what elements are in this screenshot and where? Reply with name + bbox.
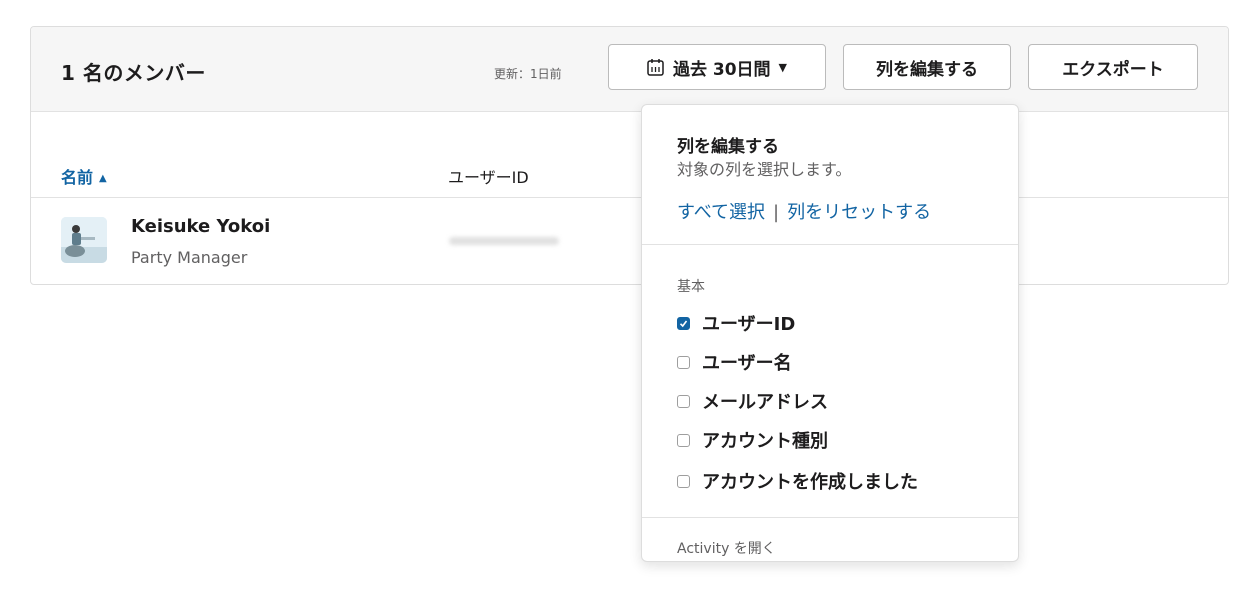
checkbox-empty-icon[interactable] bbox=[677, 355, 690, 369]
row-divider bbox=[31, 197, 1228, 198]
option-label: ユーザーID bbox=[702, 314, 796, 335]
caret-down-icon: ▼ bbox=[778, 60, 788, 74]
option-account-created[interactable]: アカウントを作成しました bbox=[677, 469, 918, 493]
menu-divider bbox=[642, 244, 1018, 245]
checkbox-empty-icon[interactable] bbox=[677, 394, 690, 408]
column-header-name[interactable]: 名前 ▲ bbox=[61, 164, 107, 188]
option-email[interactable]: メールアドレス bbox=[677, 389, 828, 413]
sort-ascending-icon: ▲ bbox=[99, 173, 107, 184]
option-label: アカウント種別 bbox=[702, 431, 828, 452]
edit-columns-menu: 列を編集する 対象の列を選択します。 すべて選択 | 列をリセットする 基本 ユーザ… bbox=[641, 104, 1019, 562]
updated-label: 更新：1日前 bbox=[494, 67, 562, 81]
option-username[interactable]: ユーザー名 bbox=[677, 350, 792, 374]
date-range-label: 過去 30日間 bbox=[672, 59, 771, 80]
option-label: メールアドレス bbox=[702, 392, 828, 413]
column-header-user-id[interactable]: ユーザーID bbox=[448, 164, 529, 188]
checkbox-empty-icon[interactable] bbox=[677, 433, 690, 447]
option-label: ユーザー名 bbox=[702, 353, 792, 374]
panel-header: 1 名のメンバー 更新：1日前 過去 30日間 ▼ 列を編集する エクスポート bbox=[31, 27, 1228, 112]
menu-title: 列を編集する bbox=[677, 137, 779, 157]
member-role: Party Manager bbox=[131, 248, 248, 267]
member-count-title: 1 名のメンバー bbox=[61, 61, 206, 85]
link-separator: | bbox=[773, 202, 780, 223]
user-id-redacted bbox=[449, 237, 559, 245]
option-label: アカウントを作成しました bbox=[702, 472, 918, 493]
member-name[interactable]: Keisuke Yokoi bbox=[131, 216, 270, 237]
date-range-button[interactable]: 過去 30日間 ▼ bbox=[608, 44, 826, 90]
option-user-id[interactable]: ユーザーID bbox=[677, 311, 795, 335]
option-account-type[interactable]: アカウント種別 bbox=[677, 428, 828, 452]
checkbox-empty-icon[interactable] bbox=[677, 474, 690, 488]
column-header-name-label: 名前 bbox=[61, 168, 94, 187]
menu-divider bbox=[642, 517, 1018, 518]
menu-subtitle: 対象の列を選択します。 bbox=[677, 160, 852, 179]
reset-columns-link[interactable]: 列をリセットする bbox=[787, 202, 931, 223]
export-button[interactable]: エクスポート bbox=[1028, 44, 1198, 90]
calendar-icon bbox=[647, 59, 664, 76]
avatar[interactable] bbox=[61, 217, 107, 263]
edit-columns-button[interactable]: 列を編集する bbox=[843, 44, 1011, 90]
avatar-image bbox=[61, 217, 107, 263]
menu-links: すべて選択 | 列をリセットする bbox=[677, 198, 931, 224]
members-panel: 1 名のメンバー 更新：1日前 過去 30日間 ▼ 列を編集する エクスポート … bbox=[30, 26, 1229, 285]
checkbox-checked-icon[interactable] bbox=[677, 316, 690, 330]
section-basic-label: 基本 bbox=[677, 279, 705, 295]
section-activity-label: Activity を開く bbox=[677, 541, 776, 557]
select-all-link[interactable]: すべて選択 bbox=[677, 202, 765, 223]
